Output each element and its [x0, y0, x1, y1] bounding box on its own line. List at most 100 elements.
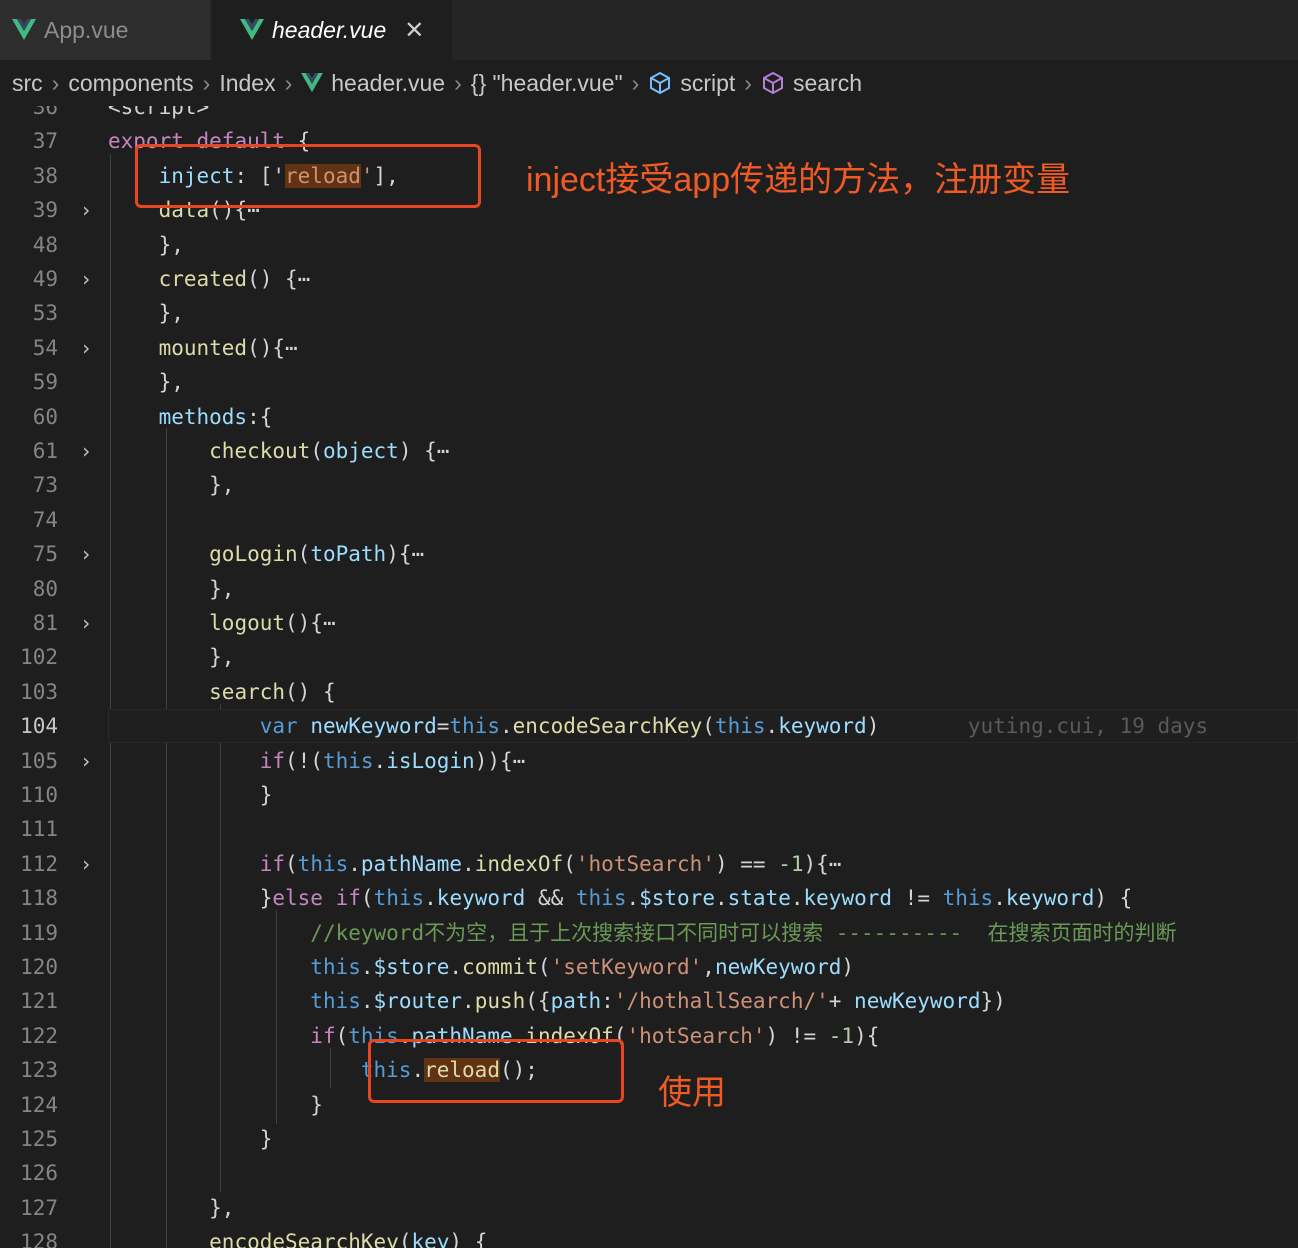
- code-token: var: [259, 714, 298, 739]
- code-token: this: [310, 989, 361, 1014]
- code-line[interactable]: 111: [0, 812, 1298, 846]
- code-token: .: [626, 886, 640, 911]
- code-token: ){: [854, 1023, 880, 1048]
- breadcrumb-module[interactable]: {} "header.vue": [471, 70, 623, 97]
- code-token: -1: [828, 1023, 855, 1048]
- fold-chevron-icon[interactable]: ›: [80, 434, 96, 468]
- code-token: }: [108, 886, 273, 911]
- breadcrumb-index[interactable]: Index: [219, 70, 275, 97]
- line-number: 38: [32, 163, 58, 188]
- code-token: pathName: [360, 851, 463, 876]
- chevron-right-icon: ›: [284, 69, 293, 96]
- fold-chevron-icon[interactable]: ›: [80, 262, 96, 296]
- code-token: created: [158, 267, 248, 291]
- line-number: 73: [32, 473, 58, 498]
- code-line[interactable]: 125 }: [0, 1122, 1298, 1156]
- code-token: },: [108, 1195, 235, 1220]
- fold-chevron-icon[interactable]: ›: [80, 606, 96, 640]
- breadcrumb-components[interactable]: components: [68, 70, 193, 97]
- code-line[interactable]: 102 },: [0, 640, 1298, 674]
- breadcrumb-file[interactable]: header.vue: [331, 70, 445, 97]
- breadcrumb-src[interactable]: src: [12, 70, 43, 97]
- code-token: indexOf: [474, 851, 564, 876]
- code-line[interactable]: 61 › checkout(object) {⋯: [0, 434, 1298, 468]
- tab-header-vue[interactable]: header.vue ✕: [212, 0, 452, 60]
- code-line[interactable]: 120 this.$store.commit('setKeyword',newK…: [0, 950, 1298, 984]
- code-token: ) ==: [714, 851, 779, 876]
- code-token: =: [436, 714, 450, 739]
- code-line[interactable]: 49 › created() {⋯: [0, 262, 1298, 296]
- fold-chevron-icon[interactable]: ›: [80, 193, 96, 227]
- line-number: 80: [32, 576, 58, 601]
- code-text: created() {⋯: [108, 262, 311, 296]
- code-token: .: [360, 989, 374, 1014]
- code-token: .: [449, 955, 463, 979]
- code-text: this.$store.commit('setKeyword',newKeywo…: [108, 950, 854, 984]
- fold-chevron-icon[interactable]: ›: [80, 331, 96, 365]
- line-number: 60: [32, 404, 58, 429]
- code-line[interactable]: 126: [0, 1156, 1298, 1190]
- line-number: 110: [20, 783, 58, 807]
- code-line[interactable]: 48 },: [0, 228, 1298, 262]
- code-line[interactable]: 123 this.reload();: [0, 1053, 1298, 1087]
- code-line[interactable]: 119 //keyword不为空，且于上次搜索接口不同时可以搜索 -------…: [0, 916, 1298, 950]
- code-token: ) {: [398, 439, 437, 463]
- code-line[interactable]: 80 },: [0, 572, 1298, 606]
- breadcrumb-search[interactable]: search: [793, 70, 862, 97]
- code-line[interactable]: 74: [0, 503, 1298, 537]
- code-token: (: [285, 851, 298, 876]
- code-line[interactable]: 128 encodeSearchKey(key) {: [0, 1225, 1298, 1248]
- line-number: 74: [32, 507, 58, 532]
- code-line[interactable]: 36 <script>: [0, 106, 1298, 124]
- code-text: },: [108, 296, 184, 330]
- code-line[interactable]: 73 },: [0, 468, 1298, 502]
- code-line[interactable]: 124 }: [0, 1088, 1298, 1122]
- code-token: keyword: [803, 886, 893, 911]
- code-text: checkout(object) {⋯: [108, 434, 449, 468]
- code-line[interactable]: 75 › goLogin(toPath){⋯: [0, 537, 1298, 571]
- code-token: (: [335, 1023, 349, 1048]
- code-token: mounted: [158, 335, 248, 360]
- fold-chevron-icon[interactable]: ›: [80, 537, 96, 571]
- code-token: -1: [778, 851, 804, 876]
- code-line[interactable]: 122 if(this.pathName.indexOf('hotSearch'…: [0, 1019, 1298, 1053]
- code-token: checkout: [209, 439, 311, 463]
- code-line[interactable]: 54 › mounted(){⋯: [0, 331, 1298, 365]
- code-text: },: [108, 468, 234, 502]
- line-number: 61: [32, 439, 58, 463]
- fold-chevron-icon[interactable]: ›: [80, 744, 96, 778]
- code-token: ⋯: [297, 267, 311, 291]
- code-editor[interactable]: 36 <script> 37 export default {38 inject: […: [0, 106, 1298, 1248]
- line-number: 49: [32, 267, 58, 291]
- code-line[interactable]: 81 › logout(){⋯: [0, 606, 1298, 640]
- code-line[interactable]: 60 methods:{: [0, 400, 1298, 434]
- code-text: },: [108, 228, 184, 262]
- code-line[interactable]: 105 › if(!(this.isLogin)){⋯: [0, 744, 1298, 778]
- code-token: $store: [373, 955, 450, 979]
- code-line[interactable]: 59 },: [0, 365, 1298, 399]
- chevron-right-icon: ›: [744, 69, 752, 96]
- code-line[interactable]: 104 var newKeyword=this.encodeSearchKey(…: [0, 709, 1298, 744]
- close-icon[interactable]: ✕: [404, 16, 424, 45]
- code-token: 'setKeyword': [550, 955, 703, 979]
- tab-app-vue[interactable]: App.vue: [0, 0, 210, 60]
- code-line[interactable]: 53 },: [0, 296, 1298, 330]
- code-line[interactable]: 118 }else if(this.keyword && this.$store…: [0, 881, 1298, 915]
- code-token: .: [765, 714, 779, 739]
- breadcrumb-script[interactable]: script: [680, 70, 735, 97]
- code-line[interactable]: 103 search() {: [0, 675, 1298, 709]
- code-token: (: [297, 542, 311, 567]
- code-line[interactable]: 112 › if(this.pathName.indexOf('hotSearch…: [0, 847, 1298, 881]
- code-line[interactable]: 127 },: [0, 1191, 1298, 1225]
- code-token: .: [714, 886, 728, 911]
- code-token: encodeSearchKey: [512, 714, 703, 739]
- chevron-right-icon: ›: [454, 69, 462, 96]
- code-token: state: [727, 886, 791, 911]
- line-number: 125: [20, 1127, 58, 1151]
- code-line[interactable]: 110 }: [0, 778, 1298, 812]
- fold-chevron-icon[interactable]: ›: [80, 847, 96, 881]
- code-line[interactable]: 121 this.$router.push({path:'/hothallSea…: [0, 984, 1298, 1018]
- code-token: (: [537, 955, 551, 979]
